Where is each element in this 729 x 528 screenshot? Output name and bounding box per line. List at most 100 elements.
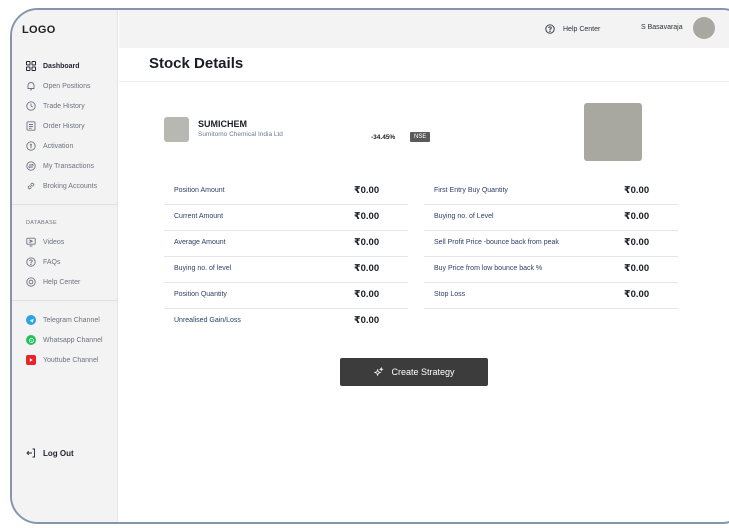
metric-label: First Entry Buy Quantity xyxy=(434,187,508,194)
app-window: LOGO Dashboard Open Positions Trade Hist… xyxy=(10,8,729,524)
stock-thumbnail xyxy=(164,117,189,142)
whatsapp-icon xyxy=(26,335,36,345)
metric-value: ₹0.00 xyxy=(354,211,380,222)
sidebar-item-label: Telegram Channel xyxy=(43,316,100,324)
sidebar-item-label: Order History xyxy=(43,122,85,130)
metric-row: Sell Profit Price -bounce back from peak… xyxy=(424,231,678,257)
sidebar-item-whatsapp[interactable]: Whatsapp Channel xyxy=(12,330,118,350)
metric-value: ₹0.00 xyxy=(624,263,650,274)
metric-value: ₹0.00 xyxy=(624,289,650,300)
question-icon xyxy=(26,257,36,267)
logout-label: Log Out xyxy=(43,448,74,458)
metric-label: Current Amount xyxy=(174,213,224,220)
metric-value: ₹0.00 xyxy=(354,289,380,300)
sidebar-item-label: Videos xyxy=(43,238,65,246)
create-strategy-button[interactable]: Create Strategy xyxy=(340,358,488,386)
telegram-icon xyxy=(26,315,36,325)
sidebar-item-label: FAQs xyxy=(43,258,61,266)
sidebar-item-order-history[interactable]: Order History xyxy=(12,116,118,136)
logo: LOGO xyxy=(22,24,56,36)
metric-label: Buying no. of level xyxy=(174,265,232,272)
sidebar-item-label: Dashboard xyxy=(43,62,80,70)
metric-value: ₹0.00 xyxy=(624,237,650,248)
sidebar-item-telegram[interactable]: Telegram Channel xyxy=(12,310,118,330)
sidebar-item-label: Youttube Channel xyxy=(43,356,99,364)
sidebar-item-label: Whatsapp Channel xyxy=(43,336,103,344)
sidebar-item-open-positions[interactable]: Open Positions xyxy=(12,76,118,96)
sidebar-item-my-transactions[interactable]: My Transactions xyxy=(12,156,118,176)
page-title: Stock Details xyxy=(149,55,244,72)
database-nav: Videos FAQs Help Center xyxy=(12,232,118,292)
sidebar-item-trade-history[interactable]: Trade History xyxy=(12,96,118,116)
metric-label: Position Quantity xyxy=(174,291,227,298)
header-help-center[interactable]: Help Center xyxy=(545,24,600,34)
sidebar-item-videos[interactable]: Videos xyxy=(12,232,118,252)
stock-symbol: SUMICHEM xyxy=(198,119,247,129)
metric-label: Sell Profit Price -bounce back from peak xyxy=(434,239,559,246)
metric-row: Buy Price from low bounce back % ₹0.00 xyxy=(424,257,678,283)
stock-image xyxy=(584,103,642,161)
metric-row: Position Quantity ₹0.00 xyxy=(164,283,408,309)
metric-label: Position Amount xyxy=(174,187,225,194)
metric-label: Stop Loss xyxy=(434,291,466,298)
sidebar-item-dashboard[interactable]: Dashboard xyxy=(12,56,118,76)
section-label-database: DATABASE xyxy=(26,220,57,226)
bell-icon xyxy=(26,81,36,91)
metric-label: Buying no. of Level xyxy=(434,213,494,220)
metric-value: ₹0.00 xyxy=(354,315,380,326)
sidebar-item-activation[interactable]: Activation xyxy=(12,136,118,156)
video-icon xyxy=(26,237,36,247)
clock-icon xyxy=(26,101,36,111)
sidebar-item-label: Trade History xyxy=(43,102,85,110)
top-bar xyxy=(119,10,729,48)
metric-row: Position Amount ₹0.00 xyxy=(164,179,408,205)
metric-value: ₹0.00 xyxy=(624,211,650,222)
metric-row: Stop Loss ₹0.00 xyxy=(424,283,678,309)
coin-icon xyxy=(26,141,36,151)
exchange-badge: NSE xyxy=(410,132,431,142)
user-name[interactable]: S Basavaraja xyxy=(641,24,683,31)
metric-row: Buying no. of Level ₹0.00 xyxy=(424,205,678,231)
sidebar-item-label: My Transactions xyxy=(43,162,94,170)
metric-value: ₹0.00 xyxy=(354,185,380,196)
metric-value: ₹0.00 xyxy=(354,237,380,248)
sidebar-item-label: Broking Accounts xyxy=(43,182,98,190)
sidebar-divider xyxy=(12,300,118,301)
question-icon xyxy=(545,24,555,34)
grid-icon xyxy=(26,61,36,71)
help-icon xyxy=(26,277,36,287)
logout-icon xyxy=(26,448,36,458)
sparkle-icon xyxy=(374,366,385,376)
sidebar-item-faqs[interactable]: FAQs xyxy=(12,252,118,272)
metric-label: Average Amount xyxy=(174,239,226,246)
stock-company-name: Sumitomo Chemical India Ltd xyxy=(198,131,283,138)
metric-label: Unrealised Gain/Loss xyxy=(174,317,241,324)
metric-value: ₹0.00 xyxy=(624,185,650,196)
avatar[interactable] xyxy=(693,17,715,39)
metric-row: Average Amount ₹0.00 xyxy=(164,231,408,257)
create-strategy-label: Create Strategy xyxy=(391,367,455,377)
sidebar-item-youtube[interactable]: Youttube Channel xyxy=(12,350,118,370)
sidebar: LOGO Dashboard Open Positions Trade Hist… xyxy=(12,10,118,522)
link-icon xyxy=(26,181,36,191)
metric-value: ₹0.00 xyxy=(354,263,380,274)
sidebar-item-broking-accounts[interactable]: Broking Accounts xyxy=(12,176,118,196)
metric-row: First Entry Buy Quantity ₹0.00 xyxy=(424,179,678,205)
sidebar-item-label: Open Positions xyxy=(43,82,91,90)
metric-row: Buying no. of level ₹0.00 xyxy=(164,257,408,283)
channels-nav: Telegram Channel Whatsapp Channel Youttu… xyxy=(12,310,118,370)
logout-button[interactable]: Log Out xyxy=(26,448,74,458)
help-center-label: Help Center xyxy=(563,25,601,33)
metric-row: Current Amount ₹0.00 xyxy=(164,205,408,231)
title-divider xyxy=(119,81,729,82)
sidebar-divider xyxy=(12,204,118,205)
youtube-icon xyxy=(26,355,36,365)
sidebar-item-label: Help Center xyxy=(43,278,81,286)
document-icon xyxy=(26,121,36,131)
metric-row: Unrealised Gain/Loss ₹0.00 xyxy=(164,309,408,335)
metric-label: Buy Price from low bounce back % xyxy=(434,265,543,272)
sidebar-item-help-center[interactable]: Help Center xyxy=(12,272,118,292)
sidebar-item-label: Activation xyxy=(43,142,74,150)
transactions-icon xyxy=(26,161,36,171)
stock-change-percent: -34.45% xyxy=(371,134,396,141)
